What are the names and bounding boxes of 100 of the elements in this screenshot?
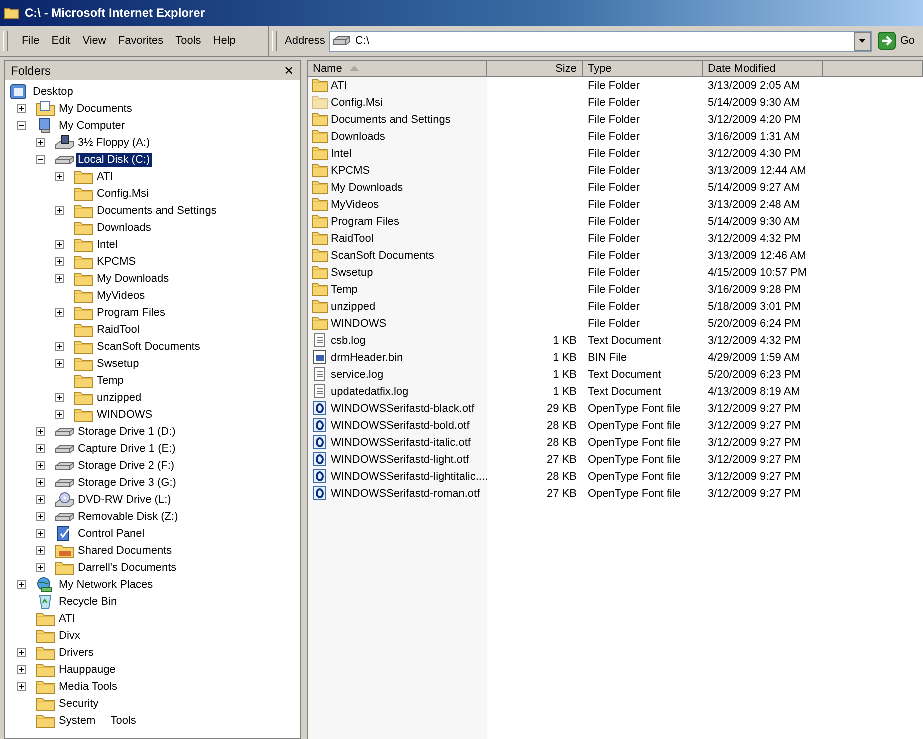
tree-item[interactable]: Hauppauge: [57, 662, 118, 676]
file-name[interactable]: RaidTool: [331, 232, 374, 244]
file-name[interactable]: WINDOWSSerifastd-italic.otf: [331, 436, 471, 448]
menu-item[interactable]: View: [76, 33, 112, 49]
tree-item[interactable]: Documents and Settings: [95, 204, 219, 218]
file-name[interactable]: Config.Msi: [331, 96, 383, 108]
file-name[interactable]: WINDOWSSerifastd-roman.otf: [331, 488, 480, 500]
file-name[interactable]: WINDOWSSerifastd-lightitalic....: [331, 470, 488, 482]
menu-item[interactable]: Edit: [46, 33, 77, 49]
expand-button[interactable]: [36, 427, 45, 436]
tree-item[interactable]: Divx: [57, 628, 82, 642]
tree-item[interactable]: ScanSoft Documents: [95, 340, 202, 354]
tree-item[interactable]: Capture Drive 1 (E:): [76, 442, 178, 456]
expand-button[interactable]: [17, 104, 26, 113]
tree-item[interactable]: DVD-RW Drive (L:): [76, 492, 174, 506]
expand-button[interactable]: [17, 648, 26, 657]
column-header[interactable]: Size: [487, 61, 583, 77]
collapse-button[interactable]: [36, 155, 45, 164]
address-field[interactable]: C:\: [329, 30, 872, 52]
tree-item[interactable]: KPCMS: [95, 254, 138, 268]
tree-item[interactable]: Media Tools: [57, 680, 120, 694]
tree-item[interactable]: Program Files: [95, 306, 168, 320]
close-button[interactable]: ✕: [282, 64, 296, 78]
file-name[interactable]: My Downloads: [331, 182, 404, 194]
tree-item[interactable]: My Computer: [57, 118, 128, 132]
tree-item[interactable]: Downloads: [95, 220, 154, 234]
tree-item[interactable]: Config.Msi: [95, 186, 151, 200]
file-name[interactable]: Documents and Settings: [331, 114, 451, 126]
tree-item[interactable]: ATI: [57, 612, 78, 626]
expand-button[interactable]: [36, 546, 45, 555]
expand-button[interactable]: [55, 359, 64, 368]
go-button[interactable]: Go: [876, 32, 917, 50]
expand-button[interactable]: [17, 682, 26, 691]
tree-item[interactable]: Storage Drive 3 (G:): [76, 476, 178, 490]
tree-item[interactable]: System Tools: [57, 714, 138, 728]
tree-item[interactable]: Recycle Bin: [57, 594, 120, 608]
expand-button[interactable]: [55, 257, 64, 266]
expand-button[interactable]: [36, 495, 45, 504]
tree-item[interactable]: MyVideos: [95, 288, 148, 302]
file-name[interactable]: WINDOWSSerifastd-black.otf: [331, 402, 475, 414]
expand-button[interactable]: [36, 512, 45, 521]
tree-item[interactable]: WINDOWS: [95, 408, 155, 422]
tree-item[interactable]: Darrell's Documents: [76, 560, 179, 574]
tree-item[interactable]: Drivers: [57, 646, 96, 660]
tree-item[interactable]: Desktop: [31, 84, 76, 98]
tree-item[interactable]: My Network Places: [57, 578, 156, 592]
file-name[interactable]: drmHeader.bin: [331, 352, 404, 364]
tree-item[interactable]: ATI: [95, 170, 116, 184]
tree-item[interactable]: My Documents: [57, 102, 134, 116]
tree-item[interactable]: RaidTool: [95, 322, 142, 336]
expand-button[interactable]: [17, 665, 26, 674]
tree-item[interactable]: Intel: [95, 238, 120, 252]
expand-button[interactable]: [36, 138, 45, 147]
file-name[interactable]: WINDOWS: [331, 318, 387, 330]
menu-item[interactable]: Tools: [170, 33, 208, 49]
menu-item[interactable]: Favorites: [112, 33, 170, 49]
tree-item[interactable]: Storage Drive 1 (D:): [76, 424, 178, 438]
tree-item[interactable]: Storage Drive 2 (F:): [76, 458, 177, 472]
expand-button[interactable]: [55, 342, 64, 351]
tree-item[interactable]: unzipped: [95, 390, 144, 404]
file-name[interactable]: WINDOWSSerifastd-light.otf: [331, 454, 470, 466]
menu-item[interactable]: Help: [207, 33, 242, 49]
file-name[interactable]: ATI: [331, 80, 348, 92]
tree-item[interactable]: Temp: [95, 374, 126, 388]
column-header[interactable]: Type: [583, 61, 703, 77]
expand-button[interactable]: [55, 240, 64, 249]
expand-button[interactable]: [55, 206, 64, 215]
expand-button[interactable]: [55, 410, 64, 419]
column-header[interactable]: Date Modified: [703, 61, 823, 77]
expand-button[interactable]: [36, 478, 45, 487]
menu-item[interactable]: File: [16, 33, 46, 49]
expand-button[interactable]: [55, 274, 64, 283]
file-name[interactable]: csb.log: [331, 334, 366, 346]
file-name[interactable]: KPCMS: [331, 164, 370, 176]
file-name[interactable]: Intel: [331, 148, 352, 160]
expand-button[interactable]: [55, 308, 64, 317]
collapse-button[interactable]: [17, 121, 26, 130]
tree-item[interactable]: Local Disk (C:): [76, 152, 152, 166]
column-header[interactable]: Name: [308, 61, 487, 77]
expand-button[interactable]: [17, 580, 26, 589]
tree-item[interactable]: Shared Documents: [76, 544, 174, 558]
dropdown-button[interactable]: [854, 32, 872, 50]
file-name[interactable]: Downloads: [331, 130, 386, 142]
file-name[interactable]: Temp: [331, 284, 358, 296]
file-name[interactable]: service.log: [331, 368, 384, 380]
file-name[interactable]: updatedatfix.log: [331, 386, 409, 398]
expand-button[interactable]: [36, 461, 45, 470]
expand-button[interactable]: [36, 563, 45, 572]
tree-item[interactable]: Control Panel: [76, 526, 147, 540]
tree-item[interactable]: Security: [57, 696, 101, 710]
expand-button[interactable]: [55, 172, 64, 181]
tree-item[interactable]: Swsetup: [95, 356, 142, 370]
tree-item[interactable]: 3½ Floppy (A:): [76, 136, 152, 150]
expand-button[interactable]: [36, 529, 45, 538]
file-name[interactable]: unzipped: [331, 300, 376, 312]
file-name[interactable]: MyVideos: [331, 198, 380, 210]
file-name[interactable]: Program Files: [331, 216, 400, 228]
file-name[interactable]: ScanSoft Documents: [331, 250, 434, 262]
tree-item[interactable]: My Downloads: [95, 272, 172, 286]
expand-button[interactable]: [36, 444, 45, 453]
